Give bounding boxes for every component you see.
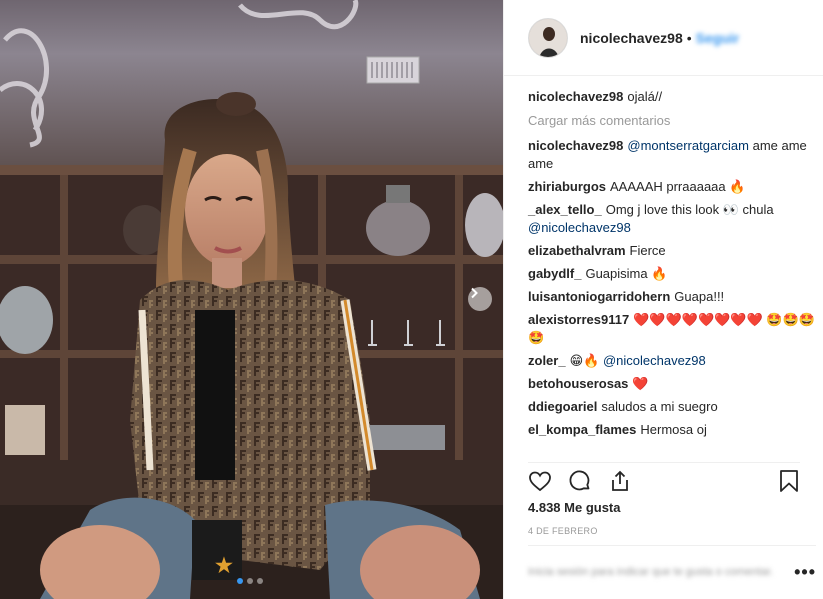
comment-text: Guapisima 🔥 <box>585 266 668 281</box>
comment-item: nicolechavez98 @montserratgarciam ame ame… <box>528 137 818 173</box>
comment-item: betohouserosas ❤️ <box>528 375 818 393</box>
carousel-dot <box>237 578 243 584</box>
comment-username[interactable]: _alex_tello_ <box>528 202 602 217</box>
comment-item: el_kompa_flames Hermosa oj <box>528 421 818 439</box>
comment-list: nicolechavez98 ojalá// Cargar más comenta… <box>528 88 818 444</box>
comment-username[interactable]: betohouserosas <box>528 376 628 391</box>
share-button[interactable] <box>608 469 632 493</box>
comment-text: ❤️ <box>632 376 649 391</box>
comment-mention[interactable]: @montserratgarciam <box>627 138 749 153</box>
header-separator: • <box>686 29 692 46</box>
post-author-username[interactable]: nicolechavez98 <box>580 30 683 46</box>
carousel-indicator <box>237 578 263 584</box>
comment-item: zoler_ 😁🔥 @nicolechavez98 <box>528 352 818 370</box>
comment-username[interactable]: zhiriaburgos <box>528 179 606 194</box>
comment-mention[interactable]: @nicolechavez98 <box>603 353 706 368</box>
login-prompt-text[interactable]: Inicia sesión para indicar que te gusta … <box>528 565 778 580</box>
comment-icon <box>569 470 590 490</box>
action-bar <box>528 462 800 498</box>
caption: nicolechavez98 ojalá// <box>528 88 818 106</box>
avatar-image <box>529 18 567 57</box>
carousel-dot <box>247 578 253 584</box>
comment-item: alexistorres9117 ❤️❤️❤️❤️❤️❤️❤️❤️ 🤩🤩🤩🤩 <box>528 311 818 347</box>
caption-text: ojalá// <box>627 89 663 104</box>
save-button[interactable] <box>778 469 800 493</box>
chevron-right-icon <box>471 287 478 299</box>
comment-username[interactable]: elizabethalvram <box>528 243 626 258</box>
comment-username[interactable]: gabydlf_ <box>528 266 581 281</box>
bookmark-icon <box>780 469 798 492</box>
more-icon: ••• <box>794 562 816 582</box>
comment-username[interactable]: ddiegoariel <box>528 399 597 414</box>
comment-item: _alex_tello_ Omg j love this look 👀 chula… <box>528 201 818 237</box>
comment-username[interactable]: alexistorres9117 <box>528 312 629 327</box>
comment-item: luisantoniogarridohern Guapa!!! <box>528 288 818 306</box>
more-options-button[interactable]: ••• <box>794 562 816 583</box>
comment-button[interactable] <box>568 469 592 493</box>
comment-username[interactable]: el_kompa_flames <box>528 422 636 437</box>
follow-button[interactable]: Seguir <box>696 30 740 46</box>
heart-icon <box>529 471 551 491</box>
comment-text: Guapa!!! <box>674 289 725 304</box>
comment-login-prompt: Inicia sesión para indicar que te gusta … <box>528 545 816 599</box>
comment-text: saludos a mi suegro <box>601 399 718 414</box>
post-photo[interactable]: ★ <box>0 0 503 599</box>
next-photo-button[interactable] <box>468 287 492 311</box>
comment-text: Hermosa oj <box>640 422 707 437</box>
comment-username[interactable]: zoler_ <box>528 353 566 368</box>
avatar[interactable] <box>528 17 568 58</box>
caption-username[interactable]: nicolechavez98 <box>528 89 623 104</box>
comment-item: zhiriaburgos AAAAAH prraaaaaa 🔥 <box>528 178 818 196</box>
comment-text: AAAAAH prraaaaaa 🔥 <box>610 179 746 194</box>
comment-mention[interactable]: @nicolechavez98 <box>528 220 631 235</box>
share-icon <box>612 470 628 491</box>
like-button[interactable] <box>528 469 552 493</box>
comment-item: gabydlf_ Guapisima 🔥 <box>528 265 818 283</box>
comment-item: elizabethalvram Fierce <box>528 242 818 260</box>
load-more-comments-button[interactable]: Cargar más comentarios <box>528 112 818 130</box>
svg-text:★: ★ <box>215 555 233 577</box>
comment-username[interactable]: nicolechavez98 <box>528 138 623 153</box>
comment-text: 😁🔥 <box>569 353 600 368</box>
photo-illustration: ★ <box>0 0 503 599</box>
post-details-panel: nicolechavez98 • Seguir nicolechavez98 oj… <box>503 0 823 599</box>
comment-username[interactable]: luisantoniogarridohern <box>528 289 670 304</box>
post-header: nicolechavez98 • Seguir <box>504 0 823 76</box>
likes-count[interactable]: 4.838 Me gusta <box>528 500 621 515</box>
comment-text: Omg j love this look 👀 chula <box>605 202 774 217</box>
comment-text: Fierce <box>629 243 666 258</box>
post-date: 4 de febrero <box>528 526 598 536</box>
carousel-dot <box>257 578 263 584</box>
comment-item: ddiegoariel saludos a mi suegro <box>528 398 818 416</box>
